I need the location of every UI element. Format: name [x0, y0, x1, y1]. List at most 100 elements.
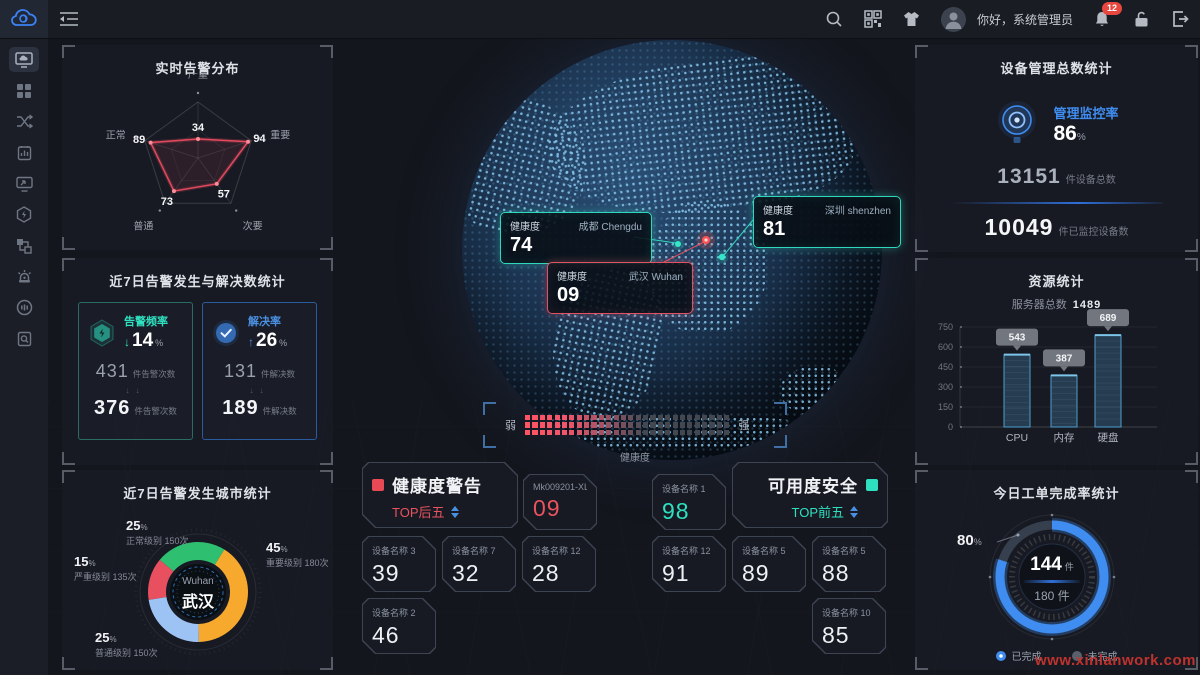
sidebar-item-media-circle[interactable] — [9, 295, 39, 320]
device-card[interactable]: 设备名称 1228 — [522, 536, 596, 592]
group-subtitle: TOP前五 — [792, 502, 845, 521]
sort-icon[interactable] — [850, 506, 858, 518]
hexagon-alert-icon — [87, 318, 117, 348]
panel-alert-week-stats: 近7日告警发生与解决数统计 告警频率 ↓14% 431件告警次数 ↓↓ 376件… — [62, 258, 333, 465]
device-card[interactable]: 设备名称 732 — [442, 536, 516, 592]
svg-text:89: 89 — [133, 134, 145, 146]
svg-text:543: 543 — [1009, 333, 1026, 344]
delta-value: 26 — [256, 330, 277, 352]
resolution-rate-card[interactable]: 解决率 ↑26% 131件解决数 ↓↓ 189件解决数 — [202, 302, 317, 440]
sort-icon[interactable] — [451, 506, 459, 518]
check-circle-icon — [211, 318, 241, 348]
svg-text:普通: 普通 — [133, 219, 153, 232]
device-card[interactable]: 设备名称 589 — [732, 536, 806, 592]
panel-workorder: 今日工单完成率统计 80% 144件 180 件 已完成 未完成 — [915, 470, 1198, 670]
svg-text:57: 57 — [218, 189, 230, 201]
device-card[interactable]: 设备名称 198 — [652, 474, 726, 530]
trend-arrows: ↓↓ — [85, 386, 186, 395]
sidebar-item-alarm[interactable] — [9, 264, 39, 289]
panel-title: 设备管理总数统计 — [915, 45, 1198, 77]
tshirt-icon[interactable] — [902, 9, 922, 29]
stat-label: 件解决数 — [261, 369, 295, 379]
device-total-value: 13151 — [997, 165, 1060, 188]
health-value: 09 — [557, 284, 683, 307]
map-callout-shenzhen[interactable]: 健康度 深圳 shenzhen 81 — [753, 196, 901, 248]
device-card[interactable]: 设备名称 588 — [812, 536, 886, 592]
sidebar-item-screen-arrow[interactable] — [9, 171, 39, 196]
sidebar-item-search-doc[interactable] — [9, 326, 39, 351]
device-card[interactable]: 设备名称 1085 — [812, 598, 886, 654]
collapse-menu-icon[interactable] — [58, 10, 80, 28]
sidebar-item-hex-power[interactable] — [9, 202, 39, 227]
monitored-value: 10049 — [985, 214, 1054, 240]
svg-text:150: 150 — [938, 402, 953, 412]
notification-badge: 12 — [1102, 2, 1122, 15]
total-unit: 件 — [1058, 589, 1070, 603]
svg-text:CPU: CPU — [1006, 432, 1028, 444]
user-greeting: 你好，系统管理员 — [977, 11, 1073, 28]
delta-unit: % — [279, 338, 287, 348]
device-card[interactable]: Mk009201-XLL...09 — [523, 474, 597, 530]
health-gradient-squares — [525, 415, 729, 435]
group-subtitle: TOP后五 — [392, 502, 445, 521]
health-label: 健康度 — [557, 268, 587, 283]
health-warning-header: 健康度警告 TOP后五 — [362, 462, 518, 528]
delta-value: 14 — [132, 330, 153, 352]
topbar-actions: 你好，系统管理员 12 — [824, 0, 1190, 38]
city-name: 成都 Chengdu — [579, 218, 642, 233]
svg-text:次要: 次要 — [243, 219, 263, 232]
sidebar-item-topology[interactable] — [9, 233, 39, 258]
health-label: 健康度 — [510, 218, 540, 233]
device-card[interactable]: 设备名称 1291 — [652, 536, 726, 592]
logout-icon[interactable] — [1170, 9, 1190, 29]
donut-label-normal: 25% 正常级别 150次 — [126, 516, 189, 547]
done-unit: 件 — [1065, 562, 1074, 572]
sidebar-item-cloud-monitor[interactable] — [9, 47, 39, 72]
metric-label: 告警频率 — [124, 313, 168, 329]
search-icon[interactable] — [824, 9, 844, 29]
sidebar-item-report[interactable] — [9, 140, 39, 165]
health-value: 81 — [763, 218, 891, 241]
map-callout-chengdu[interactable]: 健康度 成都 Chengdu 74 — [500, 212, 652, 264]
stat-value: 376 — [94, 397, 130, 419]
donut-label-severe: 15% 严重级别 135次 — [74, 552, 137, 583]
teal-square-icon — [866, 479, 878, 491]
metric-label: 解决率 — [248, 313, 287, 329]
trend-arrows: ↓↓ — [209, 386, 310, 395]
red-square-icon — [372, 479, 384, 491]
bell-icon[interactable]: 12 — [1092, 9, 1112, 29]
svg-text:硬盘: 硬盘 — [1098, 431, 1120, 444]
health-label: 健康度 — [763, 202, 793, 217]
radar-chart: 34严重94重要57次要73普通89正常 — [62, 73, 333, 245]
monitored-label: 件已监控设备数 — [1058, 227, 1128, 238]
health-value: 74 — [510, 234, 642, 257]
app-logo[interactable] — [0, 0, 48, 38]
svg-text:重要: 重要 — [270, 129, 290, 142]
qrcode-icon[interactable] — [863, 9, 883, 29]
alert-frequency-card[interactable]: 告警频率 ↓14% 431件告警次数 ↓↓ 376件告警次数 — [78, 302, 193, 440]
panel-device-total: 设备管理总数统计 管理监控率 86% 13151件设备总数 10049件已监控设… — [915, 45, 1198, 252]
device-card[interactable]: 设备名称 339 — [362, 536, 436, 592]
trend-up-icon: ↑ — [248, 335, 254, 349]
stat-label: 件解决数 — [263, 406, 297, 416]
avatar[interactable] — [941, 7, 966, 32]
device-card[interactable]: 设备名称 246 — [362, 598, 436, 654]
sidebar-item-shuffle[interactable] — [9, 109, 39, 134]
lock-icon[interactable] — [1131, 9, 1151, 29]
gauge-center-stats: 144件 180 件 — [1010, 554, 1094, 604]
trend-down-icon: ↓ — [124, 335, 130, 349]
rate-value: 86 — [1053, 122, 1076, 145]
donut-label-general: 25% 普通级别 150次 — [95, 628, 158, 659]
left-sidebar — [0, 38, 48, 675]
panel-title: 近7日告警发生与解决数统计 — [62, 258, 333, 290]
legend-done-dot — [996, 651, 1006, 661]
city-name: 深圳 shenzhen — [825, 202, 891, 217]
svg-text:450: 450 — [938, 362, 953, 372]
map-callout-wuhan[interactable]: 健康度武汉 Wuhan 09 — [547, 262, 693, 314]
svg-text:689: 689 — [1100, 313, 1117, 324]
svg-text:0: 0 — [948, 422, 953, 432]
rate-label: 管理监控率 — [1053, 103, 1118, 122]
sidebar-item-apps-grid[interactable] — [9, 78, 39, 103]
scale-strong-label: 强 — [738, 417, 749, 433]
svg-text:387: 387 — [1056, 353, 1073, 364]
